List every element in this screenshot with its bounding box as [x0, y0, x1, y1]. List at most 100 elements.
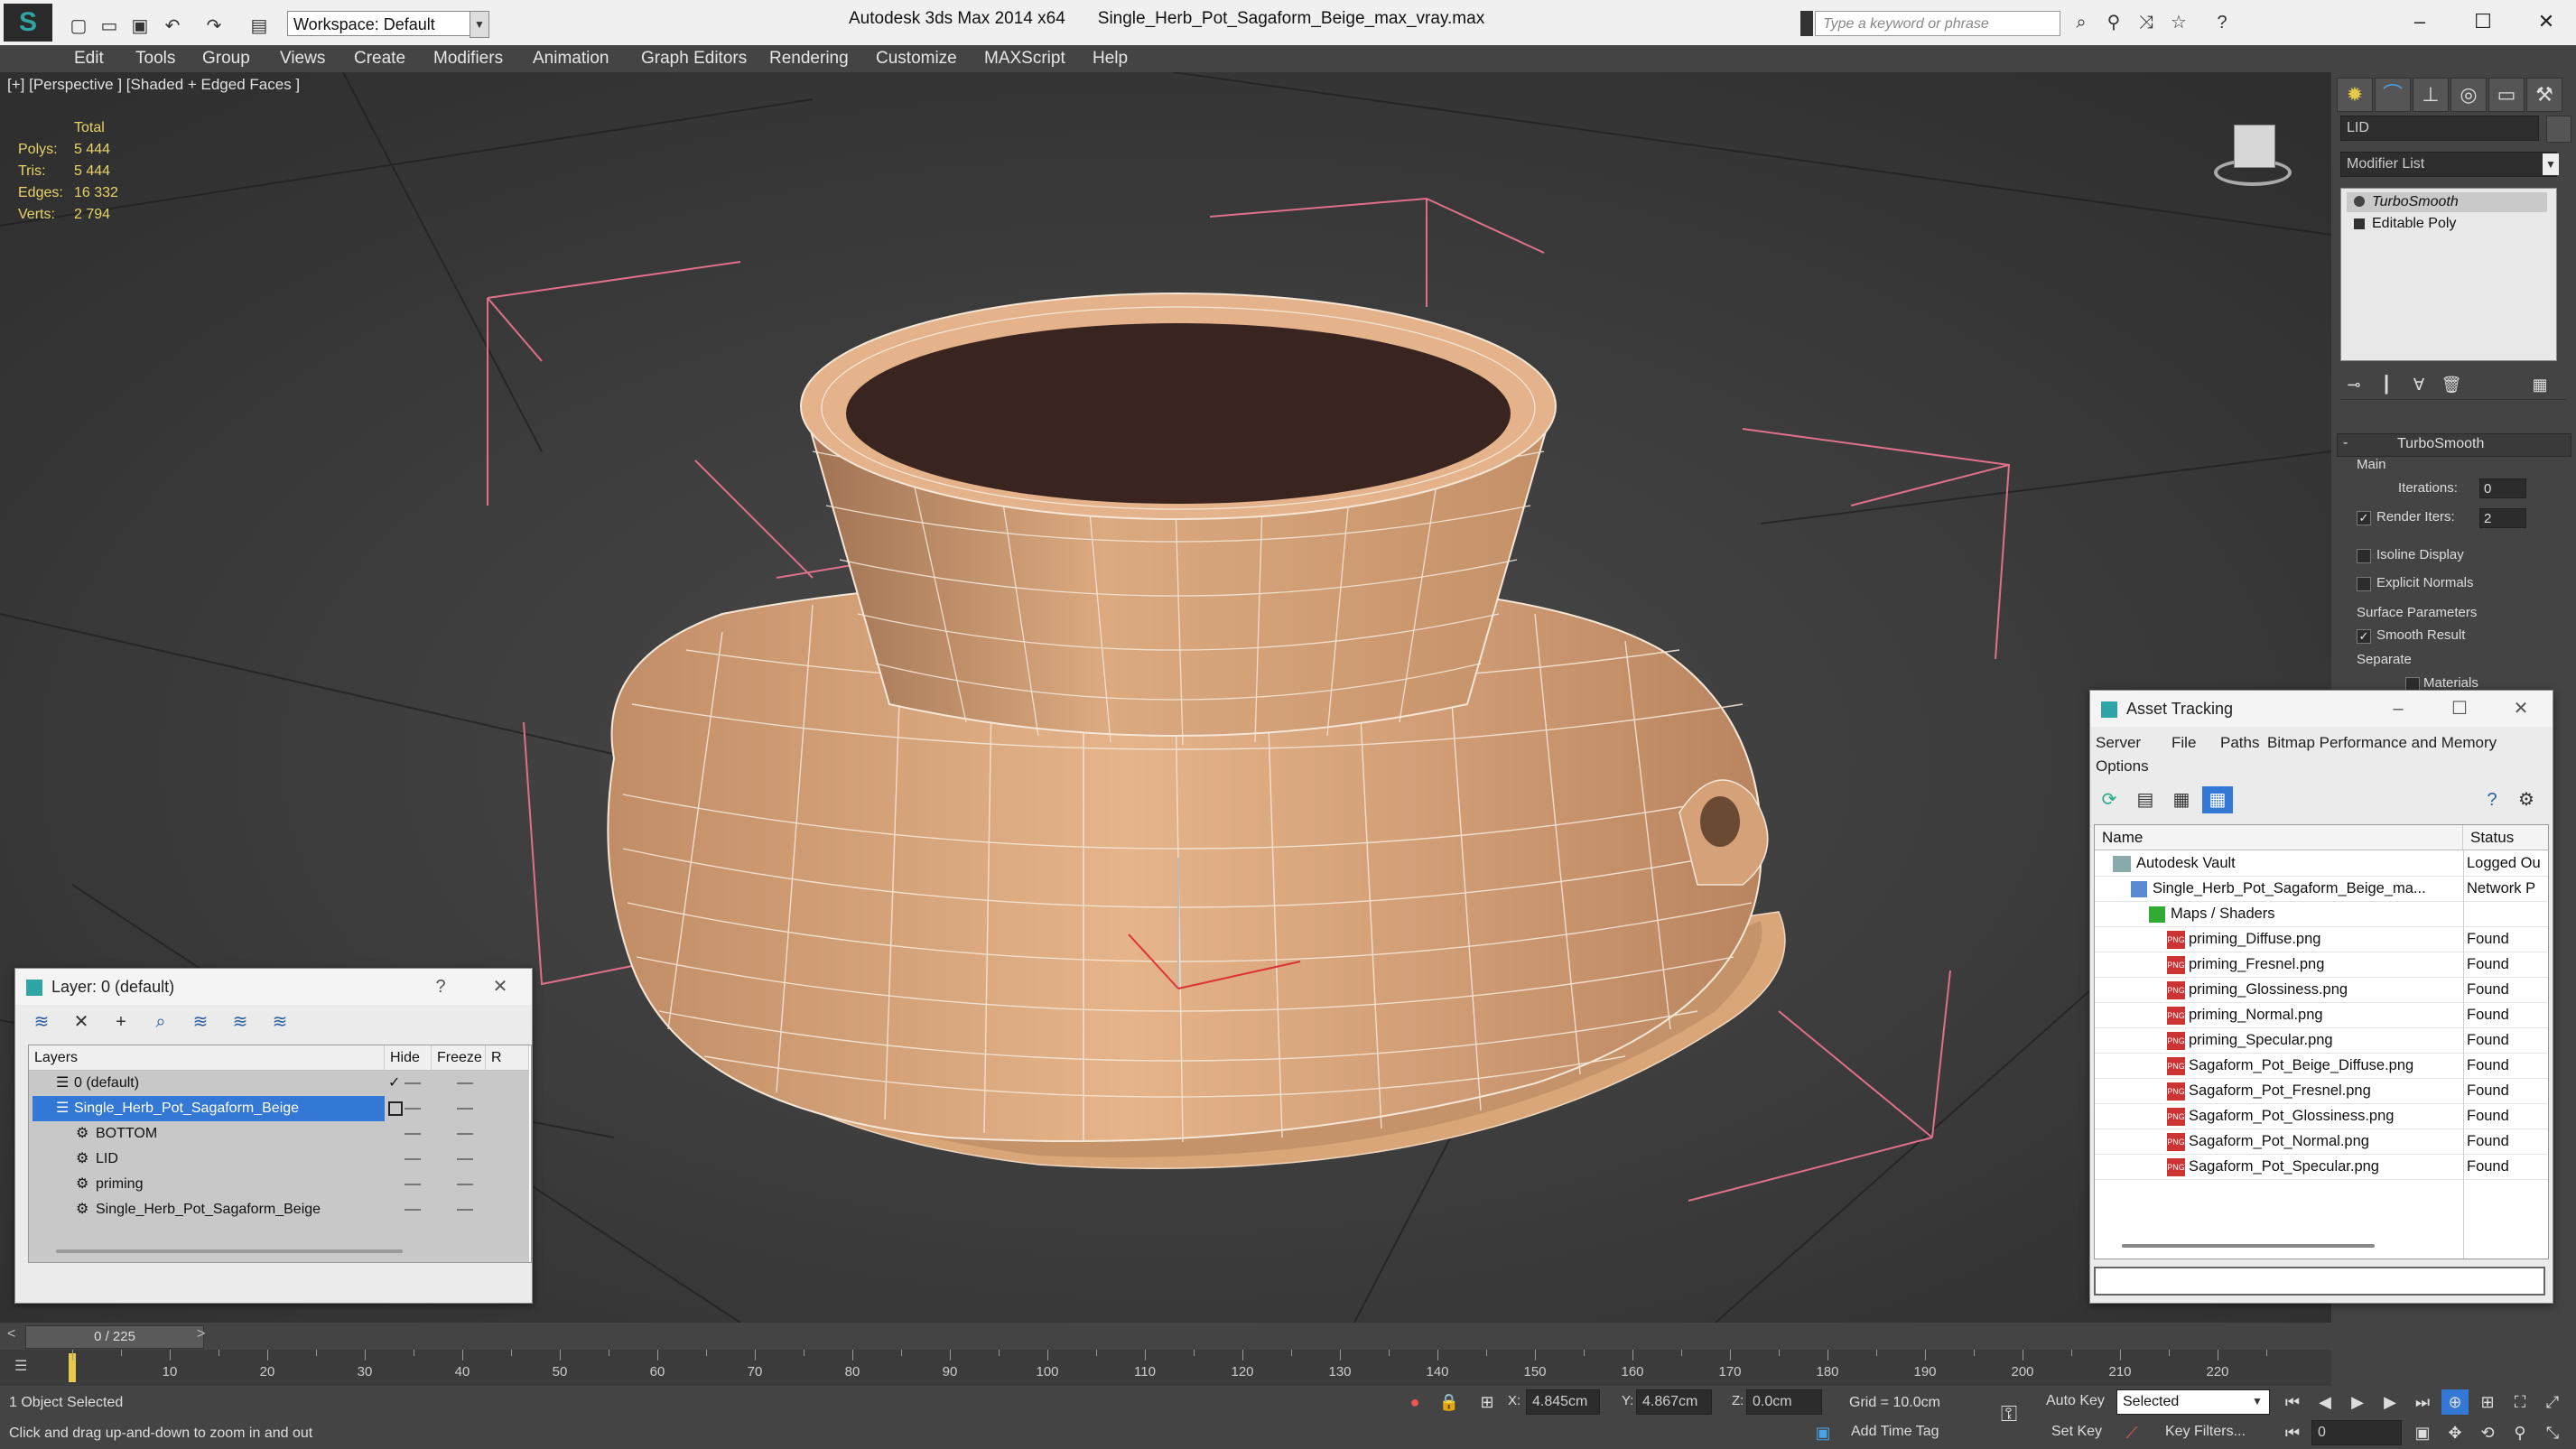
key-set-dropdown-arrow-icon[interactable]: ▼: [2252, 1395, 2263, 1407]
orbit-icon[interactable]: ⟲: [2474, 1420, 2501, 1445]
viewport-label[interactable]: [+] [Perspective ] [Shaded + Edged Faces…: [7, 76, 300, 94]
help-icon[interactable]: ?: [2209, 9, 2236, 36]
key-filters-button[interactable]: Key Filters...: [2165, 1424, 2246, 1440]
menu-edit[interactable]: Edit: [74, 49, 104, 69]
freeze-toggle[interactable]: [457, 1133, 473, 1135]
asset-row[interactable]: PNG priming_Fresnel.png Found: [2095, 952, 2548, 978]
hide-all-layers-icon[interactable]: ≋: [225, 1008, 256, 1036]
save-icon[interactable]: ▣: [126, 13, 153, 40]
set-key-mode-icon[interactable]: ⚿: [1995, 1402, 2023, 1427]
status-column-header[interactable]: Status: [2463, 825, 2548, 850]
menu-tools[interactable]: Tools: [135, 49, 175, 69]
isoline-display-checkbox[interactable]: [2357, 549, 2371, 563]
freeze-toggle[interactable]: [457, 1158, 473, 1160]
open-file-icon[interactable]: ▭: [96, 13, 123, 40]
key-set-dropdown[interactable]: Selected: [2116, 1389, 2270, 1415]
name-column-header[interactable]: Name: [2095, 825, 2463, 850]
field-of-view-icon[interactable]: ⛶: [2506, 1389, 2534, 1415]
list-view-icon[interactable]: ▤: [2130, 786, 2161, 813]
render-column-header[interactable]: R: [486, 1045, 529, 1071]
zoom-viewport-icon[interactable]: ⊕: [2441, 1389, 2469, 1415]
hide-toggle[interactable]: [405, 1133, 421, 1135]
menu-create[interactable]: Create: [354, 49, 405, 69]
remove-modifier-icon[interactable]: 🗑: [2438, 372, 2465, 397]
asset-row[interactable]: PNG priming_Glossiness.png Found: [2095, 977, 2548, 1003]
tree-view-icon[interactable]: ▦: [2166, 786, 2197, 813]
z-coordinate-field[interactable]: 0.0cm: [1746, 1389, 1822, 1415]
layer-row-priming[interactable]: ⚙ priming: [29, 1172, 529, 1197]
asset-list-scrollbar[interactable]: [2122, 1244, 2375, 1248]
go-to-start-icon[interactable]: ⏮: [2279, 1389, 2306, 1415]
freeze-toggle[interactable]: [457, 1184, 473, 1185]
active-layer-check-icon[interactable]: ✓: [388, 1071, 400, 1096]
asset-window-close-icon[interactable]: ✕: [2507, 696, 2534, 721]
selection-lock-icon[interactable]: 🔒: [1436, 1389, 1463, 1415]
hide-toggle[interactable]: [405, 1184, 421, 1185]
menu-help[interactable]: Help: [1093, 49, 1128, 69]
maximize-icon[interactable]: ☐: [2456, 5, 2510, 38]
viewcube[interactable]: [2203, 117, 2302, 190]
asset-row[interactable]: PNG Sagaform_Pot_Glossiness.png Found: [2095, 1103, 2548, 1129]
time-slider-thumb[interactable]: 0 / 225: [25, 1325, 204, 1349]
maximize-toggle-icon[interactable]: ⤡: [2539, 1420, 2566, 1445]
stack-item-editable-poly[interactable]: Editable Poly: [2347, 214, 2547, 234]
redo-icon[interactable]: ↷: [200, 13, 228, 40]
go-to-end-icon[interactable]: ⏭: [2409, 1389, 2436, 1415]
auto-key-button[interactable]: Auto Key: [2046, 1393, 2105, 1409]
layer-row-bottom[interactable]: ⚙ BOTTOM: [29, 1121, 529, 1147]
hide-toggle[interactable]: [405, 1158, 421, 1160]
highlight-layer-icon[interactable]: ≋: [185, 1008, 216, 1036]
asset-row[interactable]: PNG priming_Diffuse.png Found: [2095, 926, 2548, 952]
isolate-selection-icon[interactable]: ●: [1401, 1389, 1428, 1415]
utilities-tab-icon[interactable]: ⚒: [2526, 78, 2562, 112]
menu-group[interactable]: Group: [202, 49, 250, 69]
x-coordinate-field[interactable]: 4.845cm: [1526, 1389, 1600, 1415]
asset-window-minimize-icon[interactable]: –: [2385, 696, 2412, 721]
modify-tab-icon[interactable]: ⌒: [2375, 78, 2411, 112]
time-configuration-icon[interactable]: ▣: [2409, 1420, 2436, 1445]
render-iters-checkbox[interactable]: ✓: [2357, 511, 2371, 525]
project-folder-icon[interactable]: ▤: [246, 13, 273, 40]
previous-frame-icon[interactable]: ◀: [2311, 1389, 2339, 1415]
asset-row[interactable]: PNG Sagaform_Pot_Specular.png Found: [2095, 1154, 2548, 1180]
viewcube-box-icon[interactable]: [2234, 125, 2275, 168]
turbosmooth-rollout-header[interactable]: - TurboSmooth: [2337, 433, 2571, 457]
hide-toggle[interactable]: [405, 1209, 421, 1211]
render-iters-spinner[interactable]: 2: [2479, 508, 2526, 528]
layer-row-herb-pot[interactable]: ☰ Single_Herb_Pot_Sagaform_Beige: [29, 1096, 529, 1121]
hide-toggle[interactable]: [405, 1108, 421, 1110]
make-unique-icon[interactable]: ∀: [2405, 372, 2432, 397]
track-bar[interactable]: ☰ 10 20 30 40 50 60 70 80 90 100 110 120 130 140 150 16…: [0, 1350, 2331, 1386]
add-time-tag-button[interactable]: Add Time Tag: [1851, 1424, 1939, 1440]
object-name-field[interactable]: LID: [2340, 116, 2539, 141]
configure-modifier-sets-icon[interactable]: ▦: [2526, 372, 2553, 397]
object-color-swatch[interactable]: [2546, 116, 2571, 143]
explicit-normals-checkbox[interactable]: [2357, 577, 2371, 591]
layer-row-lid[interactable]: ⚙ LID: [29, 1147, 529, 1172]
asset-menu-bitmap-performance[interactable]: Bitmap Performance and Memory: [2267, 734, 2497, 752]
app-logo-icon[interactable]: S: [4, 4, 52, 42]
asset-row[interactable]: Maps / Shaders: [2095, 901, 2548, 927]
walk-through-icon[interactable]: ⚲: [2506, 1420, 2534, 1445]
time-tag-icon[interactable]: ▣: [1809, 1420, 1837, 1445]
new-file-icon[interactable]: ▢: [65, 13, 92, 40]
asset-menu-paths[interactable]: Paths: [2220, 734, 2259, 752]
asset-row[interactable]: PNG priming_Normal.png Found: [2095, 1002, 2548, 1028]
hide-toggle[interactable]: [405, 1082, 421, 1084]
asset-menu-file[interactable]: File: [2171, 734, 2196, 752]
smooth-result-checkbox[interactable]: ✓: [2357, 629, 2371, 644]
asset-window-maximize-icon[interactable]: ☐: [2446, 696, 2473, 721]
asset-menu-options[interactable]: Options: [2096, 757, 2149, 776]
layer-window-titlebar[interactable]: Layer: 0 (default): [15, 969, 532, 1005]
freeze-column-header[interactable]: Freeze: [432, 1045, 486, 1071]
layer-row-herb-pot-object[interactable]: ⚙ Single_Herb_Pot_Sagaform_Beige: [29, 1197, 529, 1222]
asset-help-icon[interactable]: ?: [2477, 786, 2507, 813]
menu-rendering[interactable]: Rendering: [769, 49, 849, 69]
iterations-spinner[interactable]: 0: [2479, 478, 2526, 498]
absolute-mode-icon[interactable]: ⊞: [1474, 1389, 1501, 1415]
modifier-list-arrow-icon[interactable]: ▼: [2543, 153, 2559, 175]
asset-row[interactable]: Autodesk Vault Logged Ou: [2095, 850, 2548, 877]
asset-menu-server[interactable]: Server: [2096, 734, 2141, 752]
menu-customize[interactable]: Customize: [876, 49, 957, 69]
menu-views[interactable]: Views: [280, 49, 325, 69]
